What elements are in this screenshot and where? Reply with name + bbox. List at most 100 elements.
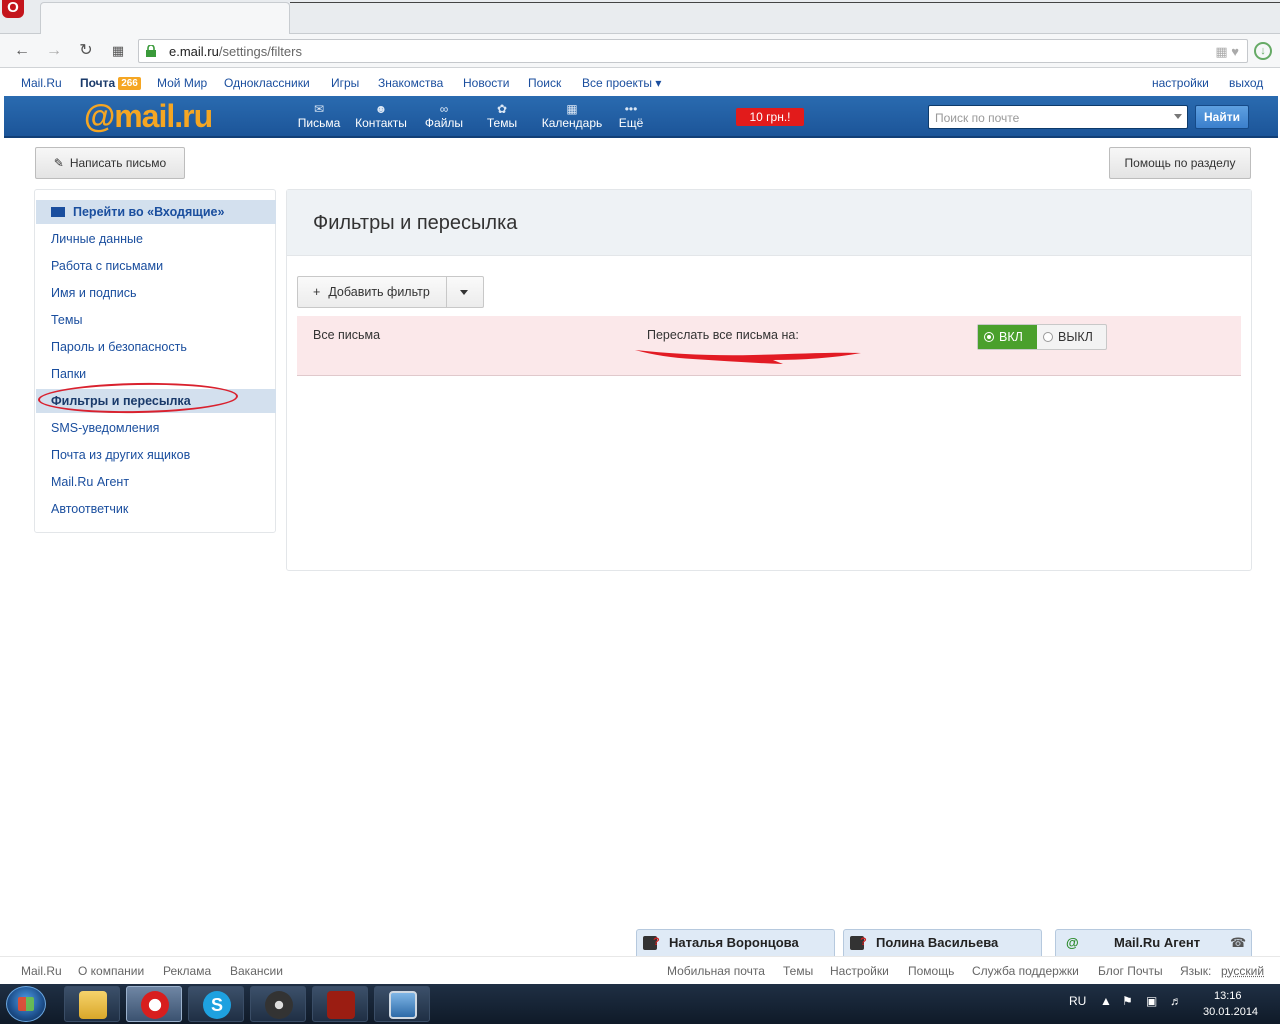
footer-link-settings[interactable]: Настройки xyxy=(830,964,889,978)
portal-link-mail[interactable]: Почта 266 xyxy=(80,76,141,90)
chat-tab-agent[interactable]: @ Mail.Ru Агент ☎ xyxy=(1055,929,1252,956)
portal-link-mailru[interactable]: Mail.Ru xyxy=(21,76,62,90)
search-button[interactable]: Найти xyxy=(1195,105,1249,129)
footer-link-jobs[interactable]: Вакансии xyxy=(230,964,283,978)
header-nav-files[interactable]: ∞ Файлы xyxy=(422,102,466,130)
mail-header: @mail.ru ✉ Письма ☻ Контакты ∞ Файлы ✿ Темы … xyxy=(4,96,1278,138)
footer-link-support[interactable]: Служба поддержки xyxy=(972,964,1079,978)
help-button[interactable]: Помощь по разделу xyxy=(1109,147,1251,179)
browser-tabstrip: O xyxy=(0,0,1280,34)
portal-link-news[interactable]: Новости xyxy=(463,76,509,90)
toggle-on-option[interactable]: ВКЛ xyxy=(978,325,1037,349)
chat-tab-natalya[interactable]: Наталья Воронцова xyxy=(636,929,835,956)
portal-link-my-world[interactable]: Мой Мир xyxy=(157,76,207,90)
taskbar-opera[interactable] xyxy=(126,986,182,1022)
tray-expand-icon[interactable]: ▲ xyxy=(1100,994,1112,1008)
split-divider xyxy=(446,277,447,307)
header-nav-more[interactable]: ••• Ещё xyxy=(616,102,646,130)
sidebar-item-themes[interactable]: Темы xyxy=(36,308,276,332)
header-nav-letters[interactable]: ✉ Письма xyxy=(294,102,344,130)
reload-icon[interactable]: ↻ xyxy=(76,41,96,61)
toggle-off-option[interactable]: ВЫКЛ xyxy=(1037,325,1106,349)
mail-search-input[interactable]: Поиск по почте xyxy=(928,105,1188,129)
back-arrow-icon[interactable]: ← xyxy=(12,41,32,61)
calendar-icon: ▦ xyxy=(566,102,578,116)
footer-link-themes[interactable]: Темы xyxy=(783,964,813,978)
skype-icon: S xyxy=(203,991,231,1019)
panel-header: Фильтры и пересылка xyxy=(287,190,1251,256)
browser-tab-active[interactable] xyxy=(40,2,290,34)
folder-icon xyxy=(79,991,107,1019)
portal-logout-link[interactable]: выход xyxy=(1229,76,1263,90)
palette-icon: ✿ xyxy=(496,102,508,116)
input-language-indicator[interactable]: RU xyxy=(1069,994,1086,1008)
footer-link-mobile[interactable]: Мобильная почта xyxy=(667,964,765,978)
bookmark-heart-icon[interactable]: ▦ ♥ xyxy=(1215,44,1239,60)
more-icon: ••• xyxy=(624,102,638,116)
at-icon: @ xyxy=(1066,935,1079,950)
paperclip-icon: ∞ xyxy=(439,102,449,116)
portal-link-odnoklassniki[interactable]: Одноклассники xyxy=(224,76,310,90)
footer-lang-select[interactable]: русский xyxy=(1221,964,1264,978)
windows-start-icon[interactable] xyxy=(6,986,46,1022)
footer-link-mailru[interactable]: Mail.Ru xyxy=(21,964,62,978)
network-icon[interactable]: ▣ xyxy=(1146,994,1157,1008)
filter-toggle[interactable]: ВКЛ ВЫКЛ xyxy=(977,324,1107,350)
phone-icon[interactable]: ☎ xyxy=(1230,930,1246,956)
dota-icon xyxy=(327,991,355,1019)
download-icon[interactable]: ↓ xyxy=(1254,42,1272,60)
compose-button[interactable]: ✎ Написать письмо xyxy=(35,147,185,179)
action-center-icon[interactable]: ⚑ xyxy=(1122,994,1133,1008)
portal-bar: Mail.Ru Почта 266 Мой Мир Одноклассники И… xyxy=(0,70,1280,96)
taskbar-explorer[interactable] xyxy=(64,986,120,1022)
mailru-logo[interactable]: @mail.ru xyxy=(84,98,213,135)
chevron-down-icon[interactable] xyxy=(1174,114,1182,119)
sidebar-item-mail-handling[interactable]: Работа с письмами xyxy=(36,254,276,278)
envelope-icon xyxy=(51,207,65,217)
portal-link-all-projects[interactable]: Все проекты ▾ xyxy=(582,76,661,90)
header-nav-calendar[interactable]: ▦ Календарь xyxy=(538,102,606,130)
url-text: e.mail.ru/settings/filters xyxy=(169,44,302,59)
footer-link-about[interactable]: О компании xyxy=(78,964,144,978)
portal-settings-link[interactable]: настройки xyxy=(1152,76,1209,90)
add-filter-button[interactable]: + Добавить фильтр xyxy=(297,276,484,308)
taskbar-dota[interactable] xyxy=(312,986,368,1022)
sidebar-item-go-inbox[interactable]: Перейти во «Входящие» xyxy=(36,200,276,224)
footer-lang-label: Язык: xyxy=(1180,964,1212,978)
edit-icon: ✎ xyxy=(53,156,64,170)
chevron-down-icon[interactable] xyxy=(460,290,468,295)
taskbar-skype[interactable]: S xyxy=(188,986,244,1022)
filter-row[interactable]: Все письма Переслать все письма на: ВКЛ … xyxy=(297,316,1241,376)
portal-link-games[interactable]: Игры xyxy=(331,76,359,90)
footer-link-blog[interactable]: Блог Почты xyxy=(1098,964,1163,978)
taskbar-steam[interactable] xyxy=(250,986,306,1022)
sidebar-item-agent[interactable]: Mail.Ru Агент xyxy=(36,470,276,494)
promo-badge[interactable]: 10 грн.! xyxy=(736,108,804,126)
sidebar-item-name-signature[interactable]: Имя и подпись xyxy=(36,281,276,305)
sidebar-item-autoresponder[interactable]: Автоответчик xyxy=(36,497,276,521)
tabstrip-divider xyxy=(290,2,1280,3)
taskbar-image-viewer[interactable] xyxy=(374,986,430,1022)
portal-link-dating[interactable]: Знакомства xyxy=(378,76,443,90)
settings-sidebar: Перейти во «Входящие» Личные данные Рабо… xyxy=(34,189,276,533)
envelope-icon: ✉ xyxy=(313,102,325,116)
sidebar-item-password-security[interactable]: Пароль и безопасность xyxy=(36,335,276,359)
speed-dial-icon[interactable]: ▦ xyxy=(108,41,128,61)
sidebar-item-sms[interactable]: SMS-уведомления xyxy=(36,416,276,440)
footer-link-help[interactable]: Помощь xyxy=(908,964,954,978)
header-nav-themes[interactable]: ✿ Темы xyxy=(484,102,520,130)
radio-unchecked-icon xyxy=(1043,332,1053,342)
clock-date[interactable]: 30.01.2014 xyxy=(1203,1006,1258,1018)
chat-tab-polina[interactable]: Полина Васильева xyxy=(843,929,1042,956)
address-bar[interactable]: e.mail.ru/settings/filters ▦ ♥ xyxy=(138,39,1248,63)
forward-arrow-icon[interactable]: → xyxy=(44,41,64,61)
footer-link-ads[interactable]: Реклама xyxy=(163,964,211,978)
volume-icon[interactable]: ♬ xyxy=(1170,994,1182,1008)
sidebar-item-other-mailboxes[interactable]: Почта из других ящиков xyxy=(36,443,276,467)
clock-time[interactable]: 13:16 xyxy=(1214,990,1242,1002)
portal-link-search[interactable]: Поиск xyxy=(528,76,561,90)
sidebar-item-personal-data[interactable]: Личные данные xyxy=(36,227,276,251)
opera-menu-icon[interactable]: O xyxy=(2,0,24,18)
header-nav-contacts[interactable]: ☻ Контакты xyxy=(352,102,410,130)
page-title: Фильтры и пересылка xyxy=(313,212,518,234)
